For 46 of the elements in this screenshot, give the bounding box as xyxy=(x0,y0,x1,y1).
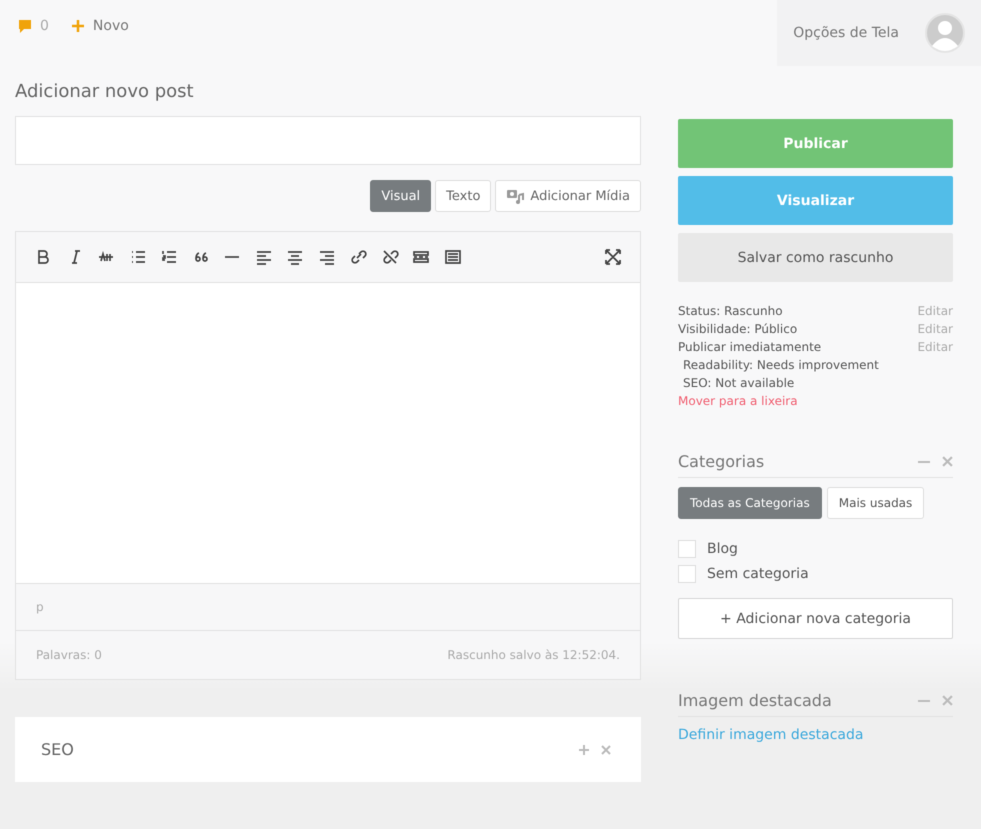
word-count: Palavras: 0 xyxy=(36,648,102,662)
category-checkbox[interactable] xyxy=(678,540,696,558)
new-link[interactable]: Novo xyxy=(92,18,129,34)
draft-saved-status: Rascunho salvo às 12:52:04. xyxy=(447,648,620,662)
element-path: p xyxy=(36,600,44,614)
publish-info-text: SEO: Not available xyxy=(683,376,794,390)
plus-icon xyxy=(70,19,85,33)
align-left-icon[interactable] xyxy=(254,248,272,266)
read-more-icon[interactable] xyxy=(412,248,430,266)
save-draft-button[interactable]: Salvar como rascunho xyxy=(678,233,953,282)
edit-link[interactable]: Editar xyxy=(917,340,953,354)
link-icon[interactable] xyxy=(349,248,367,266)
move-to-trash-link[interactable]: Mover para a lixeira xyxy=(678,394,953,408)
category-tab[interactable]: Mais usadas xyxy=(826,487,924,519)
edit-link[interactable]: Editar xyxy=(917,322,953,336)
featured-image-title: Imagem destacada xyxy=(678,691,832,710)
comment-count[interactable]: 0 xyxy=(40,18,49,34)
publish-info-text: Readability: Needs improvement xyxy=(683,358,879,372)
categories-title: Categorias xyxy=(678,452,764,471)
comment-icon xyxy=(18,18,32,34)
category-checkbox[interactable] xyxy=(678,564,696,582)
numbered-list-icon[interactable] xyxy=(160,248,178,266)
publish-info-text: Status: Rascunho xyxy=(678,304,783,318)
publish-info-text: Visibilidade: Público xyxy=(678,322,798,336)
keyboard-icon[interactable] xyxy=(444,248,462,266)
unlink-icon[interactable] xyxy=(380,248,398,266)
seo-box-title: SEO xyxy=(41,740,75,759)
page-title: Adicionar novo post xyxy=(15,81,195,102)
media-icon xyxy=(506,188,524,204)
fullscreen-icon[interactable] xyxy=(604,248,622,266)
publish-info-text: Publicar imediatamente xyxy=(678,340,822,354)
screen-options-button[interactable]: Opções de Tela xyxy=(793,25,899,41)
preview-button[interactable]: Visualizar xyxy=(678,176,953,225)
align-center-icon[interactable] xyxy=(286,248,304,266)
publish-button[interactable]: Publicar xyxy=(678,119,953,168)
editor-tab[interactable]: Visual xyxy=(370,180,432,212)
add-media-button[interactable]: Adicionar Mídia xyxy=(495,180,641,212)
title-input[interactable] xyxy=(15,116,641,165)
set-featured-image-link[interactable]: Definir imagem destacada xyxy=(678,727,953,743)
category-label: Sem categoria xyxy=(707,566,809,582)
category-tab[interactable]: Todas as Categorias xyxy=(678,487,822,519)
category-label: Blog xyxy=(707,540,738,556)
edit-link[interactable]: Editar xyxy=(917,304,953,318)
add-category-button[interactable]: + Adicionar nova categoria xyxy=(678,598,953,639)
align-right-icon[interactable] xyxy=(318,248,336,266)
editor-tab[interactable]: Texto xyxy=(435,180,492,212)
